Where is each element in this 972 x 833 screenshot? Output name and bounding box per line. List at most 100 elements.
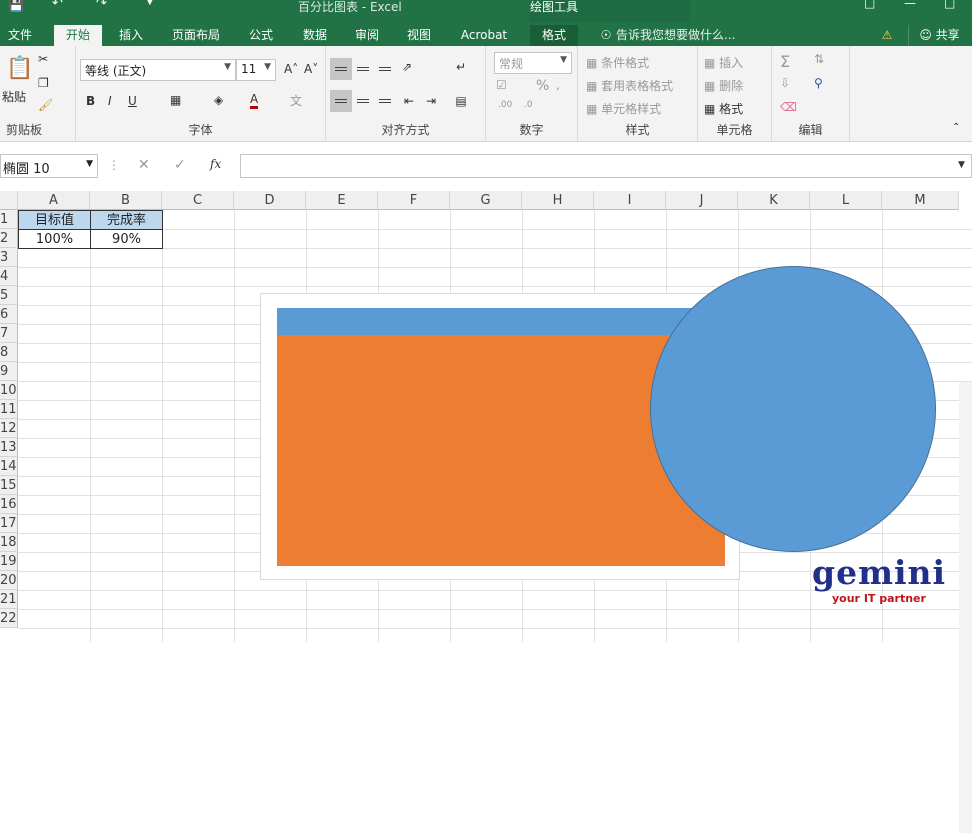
font-color-icon[interactable]: A <box>250 92 259 109</box>
top-align-icon[interactable] <box>330 58 352 80</box>
customize-qat-icon[interactable]: ▼ <box>146 0 154 7</box>
row-header-6[interactable]: 6 <box>0 305 18 324</box>
align-left-icon[interactable] <box>330 90 352 112</box>
vertical-scrollbar[interactable] <box>959 382 972 833</box>
fill-color-icon[interactable]: ◈ <box>214 93 223 107</box>
delete-cells-button[interactable]: ▦ 删除 <box>704 77 743 94</box>
expand-formula-icon[interactable]: ▼ <box>958 160 965 170</box>
sort-filter-icon[interactable]: ⇅ <box>814 52 824 66</box>
minimize-icon[interactable]: — <box>904 0 916 10</box>
col-header-g[interactable]: G <box>450 191 522 210</box>
col-header-e[interactable]: E <box>306 191 378 210</box>
name-box[interactable]: 椭圆 10 ▼ <box>0 154 98 178</box>
col-header-c[interactable]: C <box>162 191 234 210</box>
tab-view[interactable]: 视图 <box>398 25 440 46</box>
tab-home[interactable]: 开始 <box>54 25 102 46</box>
row-header-17[interactable]: 17 <box>0 514 18 533</box>
tab-page-layout[interactable]: 页面布局 <box>164 25 228 46</box>
cancel-icon[interactable]: ✕ <box>138 157 150 173</box>
row-header-19[interactable]: 19 <box>0 552 18 571</box>
row-header-5[interactable]: 5 <box>0 286 18 305</box>
warning-icon[interactable]: ⚠ <box>878 25 896 46</box>
copy-icon[interactable]: ❐ <box>38 76 49 90</box>
currency-icon[interactable]: ☑ <box>496 78 507 92</box>
col-header-i[interactable]: I <box>594 191 666 210</box>
conditional-format-button[interactable]: ▦ 条件格式 <box>586 54 649 71</box>
row-header-18[interactable]: 18 <box>0 533 18 552</box>
decrease-decimal-icon[interactable]: .0 <box>524 100 533 110</box>
tab-acrobat[interactable]: Acrobat <box>452 25 516 46</box>
paste-icon[interactable]: 📋 <box>6 56 33 81</box>
row-header-7[interactable]: 7 <box>0 324 18 343</box>
middle-align-icon[interactable] <box>352 58 374 80</box>
comma-icon[interactable]: , <box>556 78 560 92</box>
undo-icon[interactable]: ↶ <box>52 0 63 11</box>
font-size-select[interactable]: 11 ▼ <box>236 59 276 81</box>
row-header-22[interactable]: 22 <box>0 609 18 628</box>
number-format-select[interactable]: 常规 ▼ <box>494 52 572 74</box>
underline-icon[interactable]: U <box>128 94 137 108</box>
phonetic-icon[interactable]: 文 <box>290 92 302 109</box>
row-header-12[interactable]: 12 <box>0 419 18 438</box>
insert-function-icon[interactable]: fx <box>210 157 221 171</box>
row-header-10[interactable]: 10 <box>0 381 18 400</box>
tab-formulas[interactable]: 公式 <box>240 25 282 46</box>
format-painter-icon[interactable]: 🖌 <box>38 98 53 112</box>
tell-me-input[interactable]: 告诉我您想要做什么... <box>616 25 756 46</box>
col-header-m[interactable]: M <box>882 191 959 210</box>
blue-bar-shape[interactable] <box>277 308 725 335</box>
decrease-indent-icon[interactable]: ⇤ <box>398 90 420 112</box>
ellipse-shape[interactable] <box>650 266 936 552</box>
cell-a1[interactable]: 目标值 <box>18 210 91 230</box>
row-header-8[interactable]: 8 <box>0 343 18 362</box>
row-header-2[interactable]: 2 <box>0 229 18 248</box>
cell-styles-button[interactable]: ▦ 单元格样式 <box>586 100 661 117</box>
find-select-icon[interactable]: ⚲ <box>814 76 823 90</box>
cut-icon[interactable]: ✂ <box>38 52 48 66</box>
insert-cells-button[interactable]: ▦ 插入 <box>704 54 743 71</box>
clear-icon[interactable]: ⌫ <box>780 100 797 114</box>
tab-review[interactable]: 审阅 <box>346 25 388 46</box>
format-cells-button[interactable]: ▦ 格式 <box>704 100 743 117</box>
row-header-14[interactable]: 14 <box>0 457 18 476</box>
increase-decimal-icon[interactable]: .00 <box>498 100 512 110</box>
wrap-text-icon[interactable]: ↵ <box>456 60 466 74</box>
bold-icon[interactable]: B <box>86 94 95 108</box>
formula-input[interactable] <box>240 154 972 178</box>
row-header-21[interactable]: 21 <box>0 590 18 609</box>
redo-icon[interactable]: ↷ <box>96 0 107 11</box>
share-button[interactable]: ☺ 共享 <box>908 25 970 46</box>
tab-format[interactable]: 格式 <box>530 25 578 46</box>
save-icon[interactable]: 💾 <box>8 0 24 13</box>
col-header-a[interactable]: A <box>18 191 90 210</box>
orientation-icon[interactable]: ⇗ <box>402 60 412 74</box>
percent-icon[interactable]: % <box>536 78 549 94</box>
font-name-select[interactable]: 等线 (正文) ▼ <box>80 59 236 81</box>
cell-b2[interactable]: 90% <box>90 229 163 249</box>
collapse-ribbon-icon[interactable]: ⌃ <box>952 122 960 133</box>
row-header-20[interactable]: 20 <box>0 571 18 590</box>
row-header-1[interactable]: 1 <box>0 210 18 229</box>
align-right-icon[interactable] <box>374 90 396 112</box>
row-header-15[interactable]: 15 <box>0 476 18 495</box>
select-all-corner[interactable] <box>0 191 18 210</box>
row-header-11[interactable]: 11 <box>0 400 18 419</box>
col-header-l[interactable]: L <box>810 191 882 210</box>
col-header-j[interactable]: J <box>666 191 738 210</box>
fill-icon[interactable]: ⇩ <box>780 76 790 90</box>
row-header-4[interactable]: 4 <box>0 267 18 286</box>
merge-center-icon[interactable]: ▤ <box>450 90 472 112</box>
shrink-font-icon[interactable]: A˅ <box>304 62 318 76</box>
paste-button[interactable]: 粘贴 <box>2 88 26 105</box>
enter-icon[interactable]: ✓ <box>174 157 186 173</box>
tab-insert[interactable]: 插入 <box>110 25 152 46</box>
cell-a2[interactable]: 100% <box>18 229 91 249</box>
ribbon-display-icon[interactable]: □ <box>864 0 875 10</box>
tab-data[interactable]: 数据 <box>294 25 336 46</box>
cell-b1[interactable]: 完成率 <box>90 210 163 230</box>
row-header-13[interactable]: 13 <box>0 438 18 457</box>
autosum-icon[interactable]: Σ <box>780 52 790 71</box>
col-header-k[interactable]: K <box>738 191 810 210</box>
row-header-16[interactable]: 16 <box>0 495 18 514</box>
tab-file[interactable]: 文件 <box>0 25 40 46</box>
